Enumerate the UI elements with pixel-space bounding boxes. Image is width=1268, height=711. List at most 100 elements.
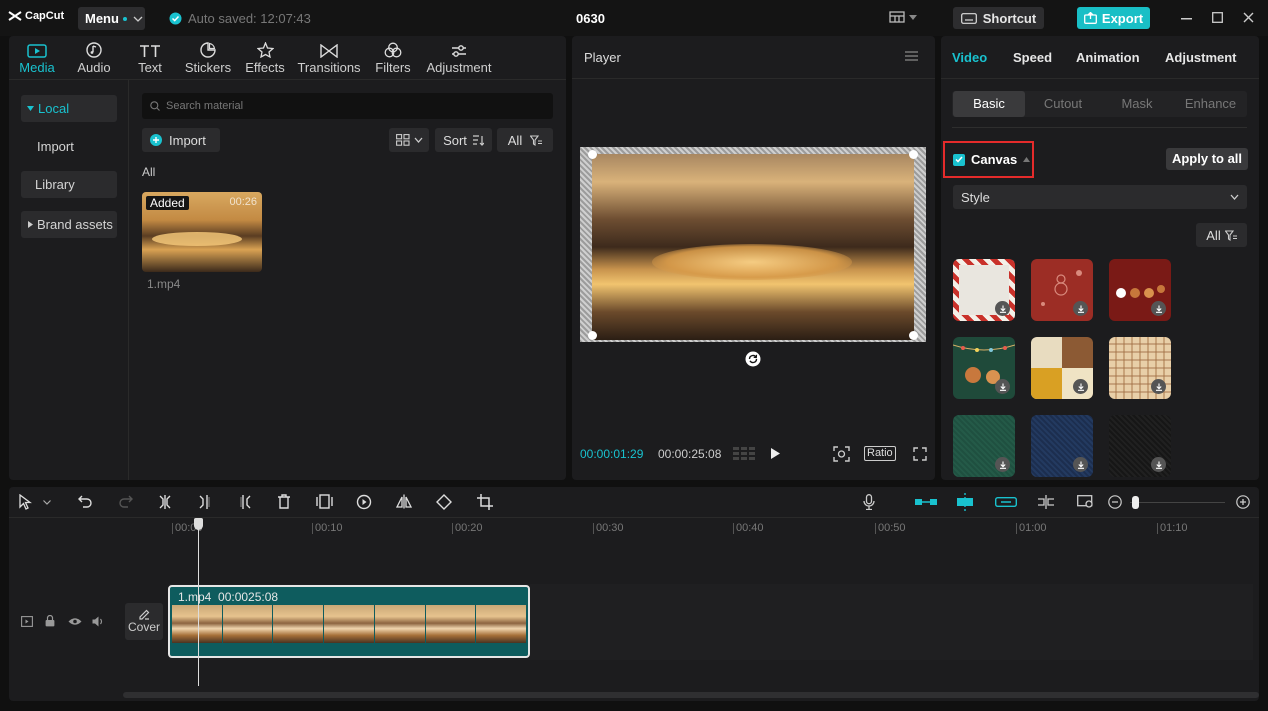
linkage-icon[interactable] [995,497,1017,507]
style-swatch-dark-texture[interactable] [1109,415,1171,477]
fit-timeline-icon[interactable] [1077,495,1095,509]
style-swatch-green-texture[interactable] [953,415,1015,477]
style-swatch-candy-stripe[interactable] [953,259,1015,321]
style-swatch-beige-plaid[interactable] [1109,337,1171,399]
sidebar-item-library[interactable]: Library [21,171,117,198]
volume-icon[interactable] [92,616,105,627]
download-icon[interactable] [995,379,1010,394]
subtab-mask[interactable]: Mask [1100,91,1174,117]
style-filter-button[interactable]: All [1196,223,1247,247]
download-icon[interactable] [1073,457,1088,472]
video-preview[interactable] [592,154,914,340]
resize-handle[interactable] [909,331,918,340]
split-icon[interactable] [158,494,172,510]
search-input[interactable]: Search material [142,93,553,119]
timeline-scrollbar[interactable] [123,692,1259,698]
style-swatch-navy-texture[interactable] [1031,415,1093,477]
style-swatch-red-gingerbread[interactable] [1109,259,1171,321]
style-select[interactable]: Style [953,185,1247,209]
filter-all-button[interactable]: All [497,128,553,152]
tab-adjustment[interactable]: Adjustment [1165,50,1237,65]
track-hide-icon[interactable] [21,616,33,627]
sort-button[interactable]: Sort [435,128,492,152]
apply-to-all-button[interactable]: Apply to all [1166,148,1248,170]
subtab-enhance[interactable]: Enhance [1174,91,1247,117]
lock-icon[interactable] [45,615,55,627]
chevron-down-icon[interactable] [43,500,51,505]
media-thumbnail[interactable]: Added 00:26 [142,192,262,272]
download-icon[interactable] [1151,457,1166,472]
download-icon[interactable] [995,457,1010,472]
checkbox-checked-icon[interactable] [953,153,965,166]
eye-icon[interactable] [68,617,82,626]
crop-icon[interactable] [477,494,493,510]
resize-handle[interactable] [588,150,597,159]
style-swatch-beige-mustard[interactable] [1031,337,1093,399]
microphone-icon[interactable] [863,494,875,510]
auto-snap-icon[interactable] [955,493,975,511]
zoom-slider-handle[interactable] [1132,496,1139,509]
tab-text[interactable]: Text [135,36,165,77]
view-mode-button[interactable] [389,128,429,152]
tab-media[interactable]: Media [18,36,56,77]
sidebar-item-local[interactable]: Local [21,95,117,122]
fullscreen-icon[interactable] [913,447,927,461]
timecode-grid-icon[interactable] [733,447,755,461]
delete-icon[interactable] [277,494,291,509]
subtab-cutout[interactable]: Cutout [1026,91,1100,117]
redo-icon[interactable] [118,494,133,509]
mirror-icon[interactable] [396,494,412,509]
sidebar-item-import[interactable]: Import [21,133,117,160]
style-swatch-red-snowman[interactable] [1031,259,1093,321]
canvas-toggle[interactable]: Canvas [953,152,1031,167]
tab-adjustment[interactable]: Adjustment [425,36,493,77]
undo-icon[interactable] [78,494,93,509]
download-icon[interactable] [1151,379,1166,394]
reverse-play-icon[interactable] [356,494,372,510]
sidebar-item-brand-assets[interactable]: Brand assets [21,211,117,238]
split-left-icon[interactable] [198,494,212,510]
style-swatch-green-gingerbread[interactable] [953,337,1015,399]
tab-video[interactable]: Video [952,50,987,65]
layout-button[interactable] [889,11,917,23]
menu-button[interactable]: Menu [78,7,145,30]
playhead-handle[interactable] [194,518,203,530]
download-icon[interactable] [995,301,1010,316]
zoom-slider-track[interactable] [1130,502,1225,503]
resize-handle[interactable] [588,331,597,340]
zoom-in-icon[interactable] [1236,495,1250,509]
play-icon[interactable] [770,447,781,460]
timeline-clip[interactable]: 1.mp4 00:0025:08 [168,585,530,658]
zoom-out-icon[interactable] [1108,495,1122,509]
tab-audio[interactable]: Audio [75,36,113,77]
minimize-icon[interactable] [1181,18,1192,20]
shortcut-button[interactable]: Shortcut [953,7,1044,29]
main-track-magnet-icon[interactable] [915,497,937,507]
download-icon[interactable] [1151,301,1166,316]
tab-animation[interactable]: Animation [1076,50,1140,65]
rotate-icon[interactable] [745,351,761,367]
split-right-icon[interactable] [238,494,252,510]
select-cursor-icon[interactable] [18,494,34,510]
rotate-clip-icon[interactable] [436,494,452,510]
tab-effects[interactable]: Effects [245,36,285,77]
fit-screen-icon[interactable] [833,446,850,462]
freeze-frame-icon[interactable] [316,494,333,509]
playhead-line[interactable] [198,520,199,686]
download-icon[interactable] [1073,379,1088,394]
cover-button[interactable]: Cover [125,603,163,640]
import-button[interactable]: Import [142,128,220,152]
maximize-icon[interactable] [1212,12,1223,23]
resize-handle[interactable] [909,150,918,159]
ratio-button[interactable]: Ratio [864,446,896,461]
subtab-basic[interactable]: Basic [953,91,1025,117]
download-icon[interactable] [1073,301,1088,316]
tab-transitions[interactable]: Transitions [297,36,361,77]
hamburger-icon[interactable] [905,51,918,61]
tab-filters[interactable]: Filters [375,36,411,77]
tab-stickers[interactable]: Stickers [185,36,231,77]
preview-axis-icon[interactable] [1036,495,1056,509]
tab-speed[interactable]: Speed [1013,50,1052,65]
close-icon[interactable] [1243,12,1254,23]
export-button[interactable]: Export [1077,7,1150,29]
